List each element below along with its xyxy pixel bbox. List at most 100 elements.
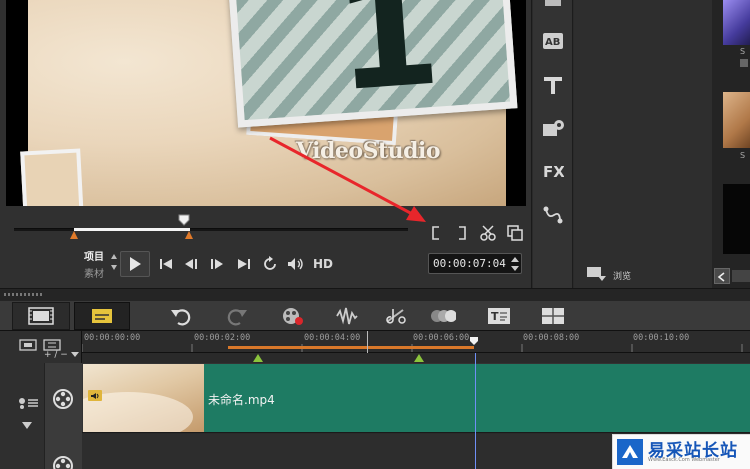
timecode-field[interactable]: 00:00:07:04 [428,253,522,274]
volume-icon [288,258,303,270]
storyboard-icon [28,307,54,325]
next-frame-icon [211,259,223,269]
ruler-tick-label: 00:00:04:00 [304,333,361,343]
library-panel[interactable] [574,0,712,288]
graphic-button[interactable] [542,117,564,139]
library-thumbnail[interactable] [723,184,750,254]
photo-card-left [20,148,84,206]
play-button[interactable] [120,251,150,277]
browse-icon[interactable] [586,266,608,281]
mark-in-icon[interactable] [430,225,442,241]
video-editor-window: 1 VideoStudio 项目 素材 HD 00:00:07:04 AB FX… [0,0,750,469]
clip-name: 未命名.mp4 [208,393,275,407]
browse-label[interactable]: 浏览 [613,269,631,282]
library-thumbnail[interactable] [723,92,750,148]
expand-track-icon[interactable] [22,422,32,430]
filter-button[interactable]: FX [542,160,564,182]
zoom-dropdown-icon[interactable] [71,352,79,358]
motion-tracking-button[interactable] [430,304,456,328]
timeline-view-button[interactable] [74,302,130,330]
grip-dots [4,293,44,296]
cue-marker-icon[interactable] [253,354,263,362]
title-button[interactable] [542,74,564,96]
multi-camera-button[interactable] [540,304,566,328]
auto-music-icon [386,309,406,324]
timeline-playhead-icon[interactable] [469,336,479,346]
redo-button[interactable] [224,304,250,328]
track-icon-column [44,363,82,469]
video-track-icon[interactable] [52,388,74,410]
storyboard-view-button[interactable] [12,302,70,330]
library-thumbnail-caption: S [740,151,746,160]
selected-range-bar[interactable] [228,346,474,349]
track-manager-icon[interactable] [43,339,61,351]
previous-frame-icon [185,259,197,269]
graphic-icon [543,120,564,136]
multi-camera-icon [542,308,564,324]
path-button[interactable] [542,204,564,226]
record-capture-icon [283,308,303,325]
countdown-number: 1 [329,0,446,126]
scroll-left-button[interactable] [714,268,730,284]
next-frame-button[interactable] [206,253,228,275]
skip-to-end-icon [238,259,250,269]
chevron-left-icon [717,272,725,282]
site-logo-icon [617,439,643,465]
zoom-controls[interactable]: + / − [44,350,68,360]
undo-button[interactable] [168,304,194,328]
library-divider [740,59,748,67]
end-button[interactable] [233,253,255,275]
scrubber-handle-icon[interactable] [178,214,190,226]
svg-text:FX: FX [543,163,564,180]
home-button[interactable] [155,253,177,275]
track-visibility-icon[interactable] [18,397,40,409]
path-icon [543,206,563,224]
trim-out-handle-icon[interactable] [184,230,194,240]
sound-mixer-button[interactable] [334,304,360,328]
countdown-card: 1 [228,0,518,128]
previous-frame-button[interactable] [181,253,203,275]
subtitle-editor-button[interactable]: T [486,304,512,328]
preview-window[interactable]: 1 VideoStudio [6,0,526,206]
trim-range [74,228,190,231]
hd-preview-button[interactable]: HD [313,257,333,271]
skip-to-start-icon [160,259,172,269]
timeline-icon [92,309,112,323]
site-watermark-url: Www.Easck.Com Webmaster [648,457,720,463]
transition-button[interactable]: AB [542,30,564,52]
repeat-button[interactable] [259,253,281,275]
ruler-tick-label: 00:00:06:00 [413,333,470,343]
panel-resize-grip[interactable] [0,288,750,302]
sound-mixer-icon [336,307,358,325]
annotation-arrow-icon [269,136,426,222]
mode-toggle-icon[interactable] [110,253,118,271]
timecode-spinner-icon[interactable] [510,255,520,273]
mode-clip-label[interactable]: 素材 [84,265,104,280]
play-icon [130,257,141,271]
mode-project-label[interactable]: 项目 [84,248,104,263]
mark-out-icon[interactable] [456,225,468,241]
trim-in-handle-icon[interactable] [69,230,79,240]
library-scrollbar[interactable] [732,270,750,282]
library-thumbnail[interactable] [723,0,750,45]
timeline-playhead-line [475,353,476,469]
video-clip[interactable] [204,364,750,432]
motion-tracking-icon [431,310,456,322]
repeat-icon [264,256,276,270]
title-icon [544,77,562,94]
cue-marker-icon[interactable] [414,354,424,362]
filter-icon: FX [543,163,564,180]
auto-music-button[interactable] [384,304,410,328]
undo-icon [171,309,191,326]
ruler-tick-label: 00:00:00:00 [84,333,141,343]
enlarge-preview-icon[interactable] [506,224,524,242]
volume-button[interactable] [285,253,307,275]
overlay-track-icon[interactable] [52,455,74,469]
ruler-tick-label: 00:00:08:00 [523,333,580,343]
ruler-cursor-line [367,331,368,353]
record-capture-button[interactable] [280,304,306,328]
clip-audio-icon[interactable] [88,390,102,401]
instant-project-icon[interactable] [543,0,563,8]
split-clip-icon[interactable] [479,224,497,242]
ruler-tick-label: 00:00:10:00 [633,333,690,343]
